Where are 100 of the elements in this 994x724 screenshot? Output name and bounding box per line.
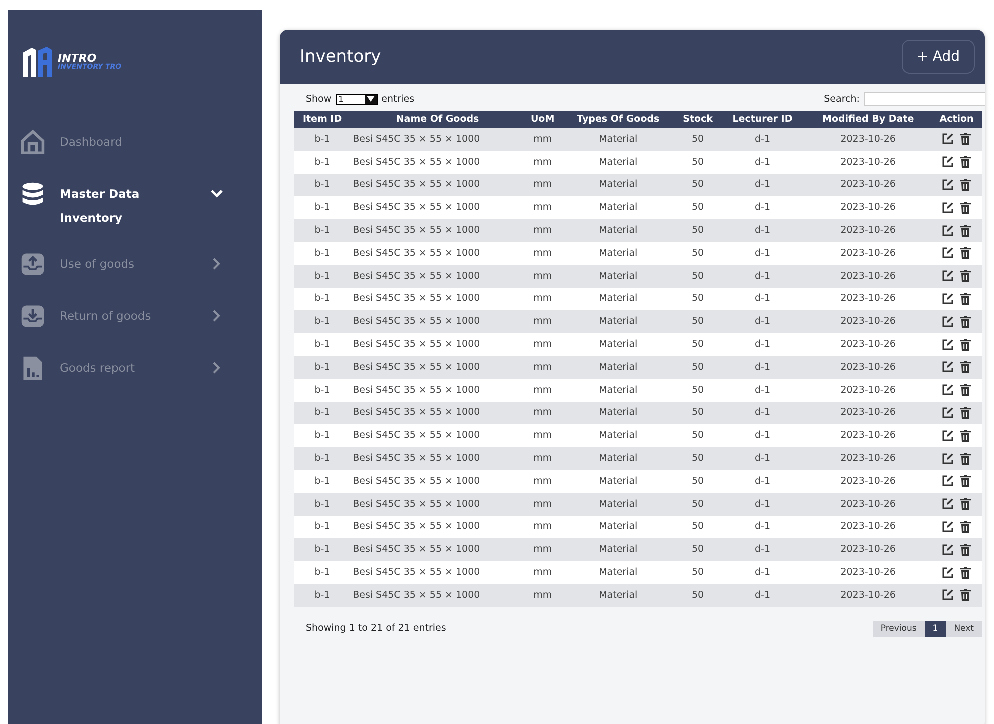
table-cell: 2023-10-26 — [805, 150, 932, 174]
trash-icon[interactable] — [960, 520, 972, 533]
table-cell: 2023-10-26 — [805, 402, 932, 424]
edit-icon[interactable] — [942, 475, 954, 488]
table-cell: b-1 — [294, 378, 352, 402]
edit-icon[interactable] — [942, 498, 954, 510]
column-header[interactable]: Lecturer ID — [720, 111, 806, 128]
trash-icon[interactable] — [960, 247, 972, 260]
edit-icon[interactable] — [942, 384, 954, 396]
trash-icon[interactable] — [960, 452, 972, 465]
table-cell: 50 — [676, 288, 720, 310]
next-button[interactable]: Next — [946, 620, 982, 637]
table-cell: 50 — [676, 333, 720, 356]
trash-icon[interactable] — [960, 589, 972, 602]
edit-icon[interactable] — [942, 520, 954, 533]
edit-icon[interactable] — [942, 270, 954, 282]
trash-icon[interactable] — [960, 316, 972, 328]
table-cell: Material — [561, 242, 676, 265]
table-cell: Material — [561, 378, 676, 402]
edit-icon[interactable] — [942, 178, 954, 191]
table-cell: mm — [524, 128, 562, 151]
trash-icon[interactable] — [960, 361, 972, 374]
table-cell: 2023-10-26 — [805, 310, 932, 334]
column-header[interactable]: Action — [932, 111, 982, 128]
trash-icon[interactable] — [960, 133, 972, 146]
trash-icon[interactable] — [960, 406, 972, 419]
table-cell: d-1 — [720, 378, 806, 402]
table-cell: 2023-10-26 — [805, 128, 932, 151]
trash-icon[interactable] — [960, 292, 972, 305]
table-cell: Material — [561, 561, 676, 584]
sidebar-item[interactable]: Master Data — [20, 181, 262, 207]
edit-icon[interactable] — [942, 430, 954, 442]
edit-icon[interactable] — [942, 247, 954, 260]
table-cell: d-1 — [720, 356, 806, 379]
column-header[interactable]: Item ID — [294, 111, 352, 128]
edit-icon[interactable] — [942, 202, 954, 214]
table-cell: mm — [524, 333, 562, 356]
edit-icon[interactable] — [942, 452, 954, 465]
table-cell: 50 — [676, 538, 720, 562]
table-cell: mm — [524, 196, 562, 220]
column-header[interactable]: Types Of Goods — [561, 111, 676, 128]
trash-icon[interactable] — [960, 430, 972, 442]
table-cell: d-1 — [720, 470, 806, 493]
trash-icon[interactable] — [960, 178, 972, 191]
table-cell: 50 — [676, 402, 720, 424]
page-button[interactable]: 1 — [924, 620, 946, 637]
column-header[interactable]: Name Of Goods — [351, 111, 524, 128]
trash-icon[interactable] — [960, 224, 972, 237]
edit-icon[interactable] — [942, 361, 954, 374]
trash-icon[interactable] — [960, 156, 972, 168]
table-cell: d-1 — [720, 150, 806, 174]
column-header[interactable]: UoM — [524, 111, 562, 128]
trash-icon[interactable] — [960, 338, 972, 351]
table-cell: d-1 — [720, 561, 806, 584]
edit-icon[interactable] — [942, 133, 954, 146]
table-cell: Besi S45C 35 × 55 × 1000 — [351, 356, 524, 379]
table-cell: b-1 — [294, 516, 352, 538]
trash-icon[interactable] — [960, 544, 972, 556]
sidebar-subitem[interactable]: Inventory — [60, 211, 262, 225]
table-cell: Material — [561, 288, 676, 310]
add-button[interactable]: + Add — [902, 40, 975, 74]
previous-button[interactable]: Previous — [872, 620, 925, 637]
edit-icon[interactable] — [942, 292, 954, 305]
trash-icon[interactable] — [960, 475, 972, 488]
column-header[interactable]: Modified By Date — [805, 111, 932, 128]
table-cell: 2023-10-26 — [805, 288, 932, 310]
table-cell: 2023-10-26 — [805, 538, 932, 562]
trash-icon[interactable] — [960, 498, 972, 510]
edit-icon[interactable] — [942, 338, 954, 351]
table-cell: d-1 — [720, 538, 806, 562]
table-cell: 2023-10-26 — [805, 492, 932, 516]
entries-info: Showing 1 to 21 of 21 entries — [306, 623, 446, 634]
table-cell: b-1 — [294, 196, 352, 220]
edit-icon[interactable] — [942, 316, 954, 328]
column-header[interactable]: Stock — [676, 111, 720, 128]
edit-icon[interactable] — [942, 544, 954, 556]
table-cell: mm — [524, 424, 562, 448]
table-cell: Material — [561, 492, 676, 516]
table-cell: b-1 — [294, 492, 352, 516]
table-cell: b-1 — [294, 333, 352, 356]
edit-icon[interactable] — [942, 589, 954, 602]
trash-icon[interactable] — [960, 270, 972, 282]
table-cell: b-1 — [294, 356, 352, 379]
edit-icon[interactable] — [942, 156, 954, 168]
edit-icon[interactable] — [942, 406, 954, 419]
table-cell: Besi S45C 35 × 55 × 1000 — [351, 538, 524, 562]
edit-icon[interactable] — [942, 224, 954, 237]
table-cell: d-1 — [720, 288, 806, 310]
trash-icon[interactable] — [960, 384, 972, 396]
table-cell: Material — [561, 310, 676, 334]
search-field[interactable] — [864, 92, 985, 106]
table-cell: mm — [524, 561, 562, 584]
trash-icon[interactable] — [960, 202, 972, 214]
table-cell: Besi S45C 35 × 55 × 1000 — [351, 424, 524, 448]
table-cell: 2023-10-26 — [805, 561, 932, 584]
edit-icon[interactable] — [942, 566, 954, 579]
trash-icon[interactable] — [960, 566, 972, 579]
table-cell: b-1 — [294, 447, 352, 470]
table-cell: Besi S45C 35 × 55 × 1000 — [351, 310, 524, 334]
entries-select[interactable]: 1 — [336, 94, 378, 104]
